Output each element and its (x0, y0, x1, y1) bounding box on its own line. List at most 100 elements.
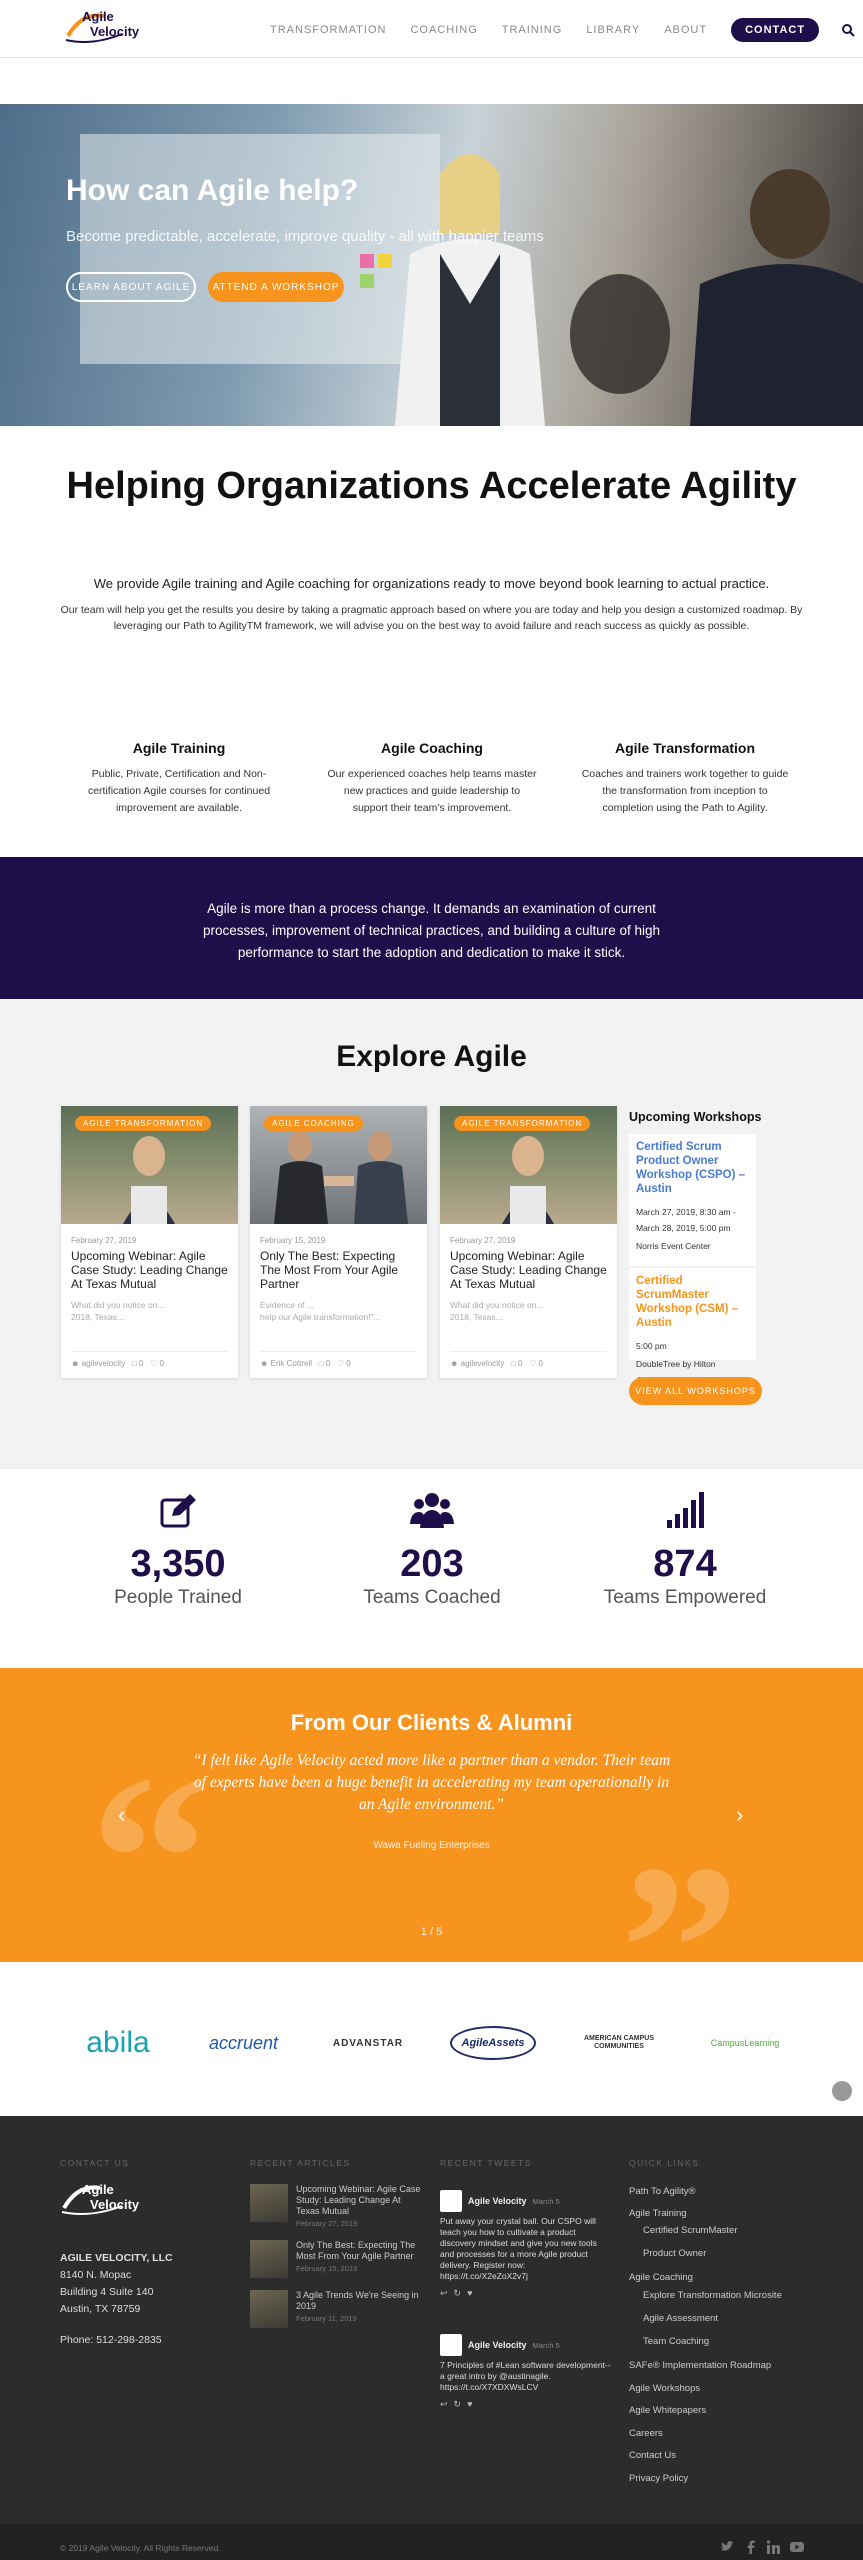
service-title[interactable]: Agile Training (74, 740, 284, 756)
article-link[interactable]: Only The Best: Expecting The Most From Y… (296, 2240, 422, 2262)
article-link[interactable]: Upcoming Webinar: Agile Case Study: Lead… (296, 2184, 422, 2217)
retweet-icon[interactable]: ↻ (454, 2288, 468, 2298)
quick-link-contact-us[interactable]: Contact Us (629, 2450, 676, 2461)
article-category-tag[interactable]: AGILE TRANSFORMATION (75, 1116, 212, 1131)
quick-link-agile-assessment[interactable]: Agile Assessment (643, 2313, 718, 2324)
quick-link-product-owner[interactable]: Product Owner (643, 2248, 706, 2259)
view-all-workshops-button[interactable]: VIEW ALL WORKSHOPS (629, 1377, 762, 1405)
tweet-author[interactable]: Agile Velocity (468, 2196, 527, 2206)
article-thumbnail[interactable] (250, 2184, 288, 2222)
comment-count[interactable]: 0 (518, 1359, 522, 1368)
excerpt-line: 2018, Texas... (71, 1312, 124, 1322)
tweet-author[interactable]: Agile Velocity (468, 2340, 527, 2350)
article-author[interactable]: agilevelocity (461, 1359, 505, 1368)
article-category-tag[interactable]: AGILE TRANSFORMATION (454, 1116, 591, 1131)
recent-article[interactable]: 3 Agile Trends We're Seeing in 2019 Febru… (250, 2290, 422, 2328)
service-text: Coaches and trainers work together to gu… (581, 768, 789, 814)
article-title[interactable]: Only The Best: Expecting The Most From Y… (260, 1249, 417, 1291)
nav-about[interactable]: ABOUT (664, 24, 707, 36)
search-icon[interactable] (841, 23, 855, 37)
quick-link-transformation-microsite[interactable]: Explore Transformation Microsite (643, 2290, 782, 2301)
article-author[interactable]: agilevelocity (82, 1359, 126, 1368)
article-thumbnail[interactable] (250, 2240, 288, 2278)
next-arrow-icon[interactable]: › (736, 1802, 743, 1828)
article-image[interactable]: AGILE COACHING (250, 1106, 427, 1224)
article-category-tag[interactable]: AGILE COACHING (264, 1116, 363, 1131)
article-card[interactable]: AGILE COACHING February 15, 2019 Only Th… (250, 1106, 427, 1378)
workshop-title[interactable]: Certified Scrum Product Owner Workshop (… (636, 1140, 749, 1196)
recent-article[interactable]: Upcoming Webinar: Agile Case Study: Lead… (250, 2184, 422, 2228)
like-icon[interactable]: ♥ (467, 2399, 478, 2409)
like-count[interactable]: 0 (538, 1359, 542, 1368)
tweet-date[interactable]: March 5 (533, 2341, 560, 2350)
client-logo-abila: abila (86, 2026, 150, 2059)
article-title[interactable]: Upcoming Webinar: Agile Case Study: Lead… (450, 1249, 607, 1291)
learn-about-agile-button[interactable]: LEARN ABOUT AGILE (66, 272, 196, 302)
stat-teams-empowered: 874 Teams Empowered (575, 1492, 795, 1609)
quick-link-team-coaching[interactable]: Team Coaching (643, 2336, 709, 2347)
article-meta: ☻ Erik Cottrell □ 0 ♡ 0 (260, 1351, 417, 1368)
phone-number[interactable]: Phone: 512-298-2835 (60, 2332, 173, 2349)
quick-link-careers[interactable]: Careers (629, 2428, 663, 2439)
article-thumbnail[interactable] (250, 2290, 288, 2328)
site-logo[interactable]: Agile Velocity (62, 6, 152, 50)
like-count[interactable]: 0 (346, 1359, 350, 1368)
quick-link-safe-roadmap[interactable]: SAFe® Implementation Roadmap (629, 2360, 771, 2371)
client-logo-campuslearning: CampusLearning (710, 2038, 780, 2048)
quick-link-path-to-agility[interactable]: Path To Agility® (629, 2186, 696, 2197)
article-date: February 15, 2019 (260, 1236, 326, 1245)
linkedin-icon[interactable] (766, 2540, 780, 2554)
nav-training[interactable]: TRAINING (502, 24, 563, 36)
quick-link-agile-whitepapers[interactable]: Agile Whitepapers (629, 2405, 706, 2416)
like-icon[interactable]: ♥ (467, 2288, 478, 2298)
recent-article[interactable]: Only The Best: Expecting The Most From Y… (250, 2240, 422, 2278)
article-excerpt: What did you notice on... 2018, Texas... (71, 1299, 228, 1325)
service-title[interactable]: Agile Coaching (327, 740, 537, 756)
prev-arrow-icon[interactable]: ‹ (118, 1802, 125, 1828)
contact-button[interactable]: CONTACT (731, 18, 820, 42)
workshop-title[interactable]: Certified ScrumMaster Workshop (CSM) – A… (636, 1274, 749, 1330)
like-count[interactable]: 0 (159, 1359, 163, 1368)
tweet-date[interactable]: March 5 (533, 2197, 560, 2206)
service-title[interactable]: Agile Transformation (580, 740, 790, 756)
comment-count[interactable]: 0 (326, 1359, 330, 1368)
quick-link-agile-workshops[interactable]: Agile Workshops (629, 2383, 700, 2394)
tweet-avatar[interactable] (440, 2190, 462, 2212)
stat-value: 3,350 (130, 1543, 226, 1585)
tweet-avatar[interactable] (440, 2334, 462, 2356)
quick-link-agile-coaching[interactable]: Agile Coaching (629, 2272, 693, 2283)
article-date: February 11, 2019 (296, 2314, 357, 2323)
article-card[interactable]: AGILE TRANSFORMATION February 27, 2019 U… (61, 1106, 238, 1378)
reply-icon[interactable]: ↩ (440, 2288, 454, 2298)
retweet-icon[interactable]: ↻ (454, 2399, 468, 2409)
article-image[interactable]: AGILE TRANSFORMATION (440, 1106, 617, 1224)
workshop-item[interactable]: Certified ScrumMaster Workshop (CSM) – A… (629, 1268, 756, 1385)
youtube-icon[interactable] (790, 2540, 804, 2554)
footer-heading-links: QUICK LINKS (629, 2158, 700, 2168)
hero-title: How can Agile help? (66, 174, 359, 207)
article-author[interactable]: Erik Cottrell (271, 1359, 312, 1368)
article-date: February 27, 2019 (450, 1236, 516, 1245)
nav-coaching[interactable]: COACHING (410, 24, 477, 36)
attend-workshop-button[interactable]: ATTEND A WORKSHOP (208, 272, 344, 302)
article-image[interactable]: AGILE TRANSFORMATION (61, 1106, 238, 1224)
reply-icon[interactable]: ↩ (440, 2399, 454, 2409)
footer-logo-text: Velocity (90, 2197, 140, 2212)
footer-logo[interactable]: Agile Velocity (60, 2180, 160, 2220)
workshop-item[interactable]: Certified Scrum Product Owner Workshop (… (629, 1134, 756, 1266)
quick-link-certified-scrummaster[interactable]: Certified ScrumMaster (643, 2225, 738, 2236)
logo-text-agile: Agile (82, 9, 114, 24)
article-card[interactable]: AGILE TRANSFORMATION February 27, 2019 U… (440, 1106, 617, 1378)
facebook-icon[interactable] (744, 2540, 758, 2554)
client-logo-advanstar: ADVANSTAR (332, 2037, 404, 2049)
nav-transformation[interactable]: TRANSFORMATION (270, 24, 386, 36)
article-link[interactable]: 3 Agile Trends We're Seeing in 2019 (296, 2290, 422, 2312)
article-title[interactable]: Upcoming Webinar: Agile Case Study: Lead… (71, 1249, 228, 1291)
quick-link-agile-training[interactable]: Agile Training (629, 2208, 687, 2219)
nav-library[interactable]: LIBRARY (586, 24, 640, 36)
twitter-icon[interactable] (720, 2540, 734, 2554)
comment-count[interactable]: 0 (139, 1359, 143, 1368)
scroll-to-top-button[interactable] (832, 2081, 852, 2101)
quick-link-privacy-policy[interactable]: Privacy Policy (629, 2473, 688, 2484)
workshop-date: 5:00 pm (636, 1341, 667, 1351)
